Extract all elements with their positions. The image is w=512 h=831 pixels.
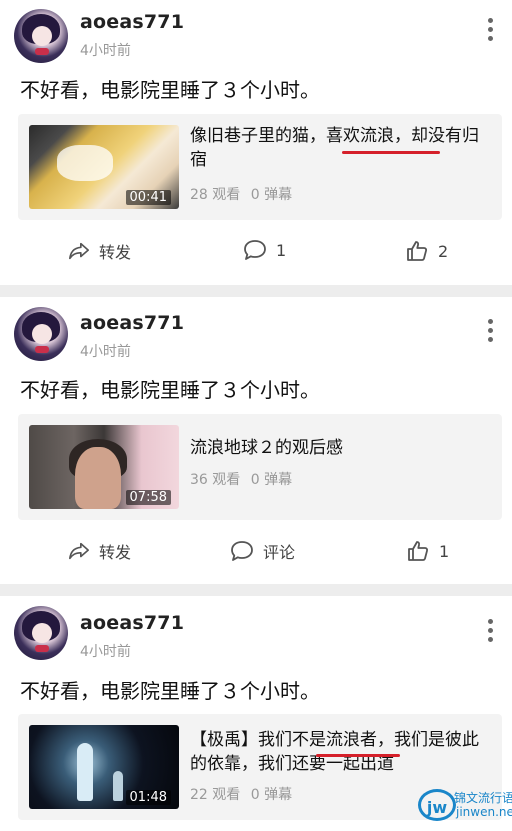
video-duration: 00:41 [125,190,171,205]
like-count: 2 [438,241,449,261]
post-time: 4小时前 [80,43,131,59]
share-icon [69,542,89,560]
avatar[interactable] [14,606,68,660]
video-embed[interactable]: 00:41 像旧巷子里的猫，喜欢流浪，却没有归宿 28 观看 0 弹幕 [18,114,502,220]
watermark-logo: jw 锦文流行语 jinwen.net [412,783,512,831]
share-icon [69,242,89,260]
video-title[interactable]: 像旧巷子里的猫，喜欢流浪，却没有归宿 [190,124,490,172]
like-count: 1 [439,541,450,561]
view-count: 28 观看 [190,187,241,203]
view-count: 36 观看 [190,472,241,488]
comment-icon [244,240,266,260]
video-meta: 36 观看 0 弹幕 [190,469,292,489]
like-button[interactable]: 1 [406,539,449,563]
view-count: 22 观看 [190,787,241,803]
post-time: 4小时前 [80,644,131,660]
video-thumbnail[interactable]: 07:58 [29,425,179,509]
like-icon [408,541,429,561]
comment-button[interactable]: 评论 [230,539,295,563]
comment-label: 评论 [263,543,296,562]
comment-icon [231,541,253,561]
danmaku-count: 0 弹幕 [250,472,293,488]
username[interactable]: aoeas771 [80,11,184,33]
post-text: 不好看，电影院里睡了３个小时。 [20,378,320,402]
post-text: 不好看，电影院里睡了３个小时。 [20,78,320,102]
like-button[interactable]: 2 [405,239,448,263]
danmaku-count: 0 弹幕 [250,187,293,203]
video-duration: 01:48 [125,790,171,805]
red-underline [342,151,440,154]
post-time: 4小时前 [80,344,131,360]
video-embed[interactable]: 07:58 流浪地球２的观后感 36 观看 0 弹幕 [18,414,502,520]
more-icon[interactable] [481,17,501,43]
post-card: aoeas771 4小时前 不好看，电影院里睡了３个小时。 07:58 流浪地球… [0,297,512,584]
share-button[interactable]: 转发 [68,539,131,563]
watermark-mark: jw [418,789,456,821]
share-button[interactable]: 转发 [68,239,131,263]
comment-count: 1 [276,240,287,260]
more-icon[interactable] [481,318,501,344]
watermark-domain: jinwen.net [456,805,512,819]
watermark-name: 锦文流行语 [454,791,512,805]
video-thumbnail[interactable]: 00:41 [29,125,179,209]
video-title[interactable]: 流浪地球２的观后感 [190,436,490,460]
share-label: 转发 [99,543,132,562]
danmaku-count: 0 弹幕 [250,787,293,803]
username[interactable]: aoeas771 [80,312,184,334]
more-icon[interactable] [481,618,501,644]
video-duration: 07:58 [125,490,171,505]
video-thumbnail[interactable]: 01:48 [29,725,179,809]
avatar[interactable] [14,307,68,361]
username[interactable]: aoeas771 [80,612,184,634]
post-card: aoeas771 4小时前 不好看，电影院里睡了３个小时。 00:41 像旧巷子… [0,0,512,285]
share-label: 转发 [99,243,132,262]
video-meta: 28 观看 0 弹幕 [190,184,292,204]
red-underline [316,754,400,757]
video-title[interactable]: 【极禹】我们不是流浪者，我们是彼此的依靠，我们还要一起出道 [190,728,490,776]
avatar[interactable] [14,9,68,63]
post-text: 不好看，电影院里睡了３个小时。 [20,679,320,703]
comment-button[interactable]: 1 [243,239,286,261]
like-icon [407,241,428,261]
video-meta: 22 观看 0 弹幕 [190,784,292,804]
